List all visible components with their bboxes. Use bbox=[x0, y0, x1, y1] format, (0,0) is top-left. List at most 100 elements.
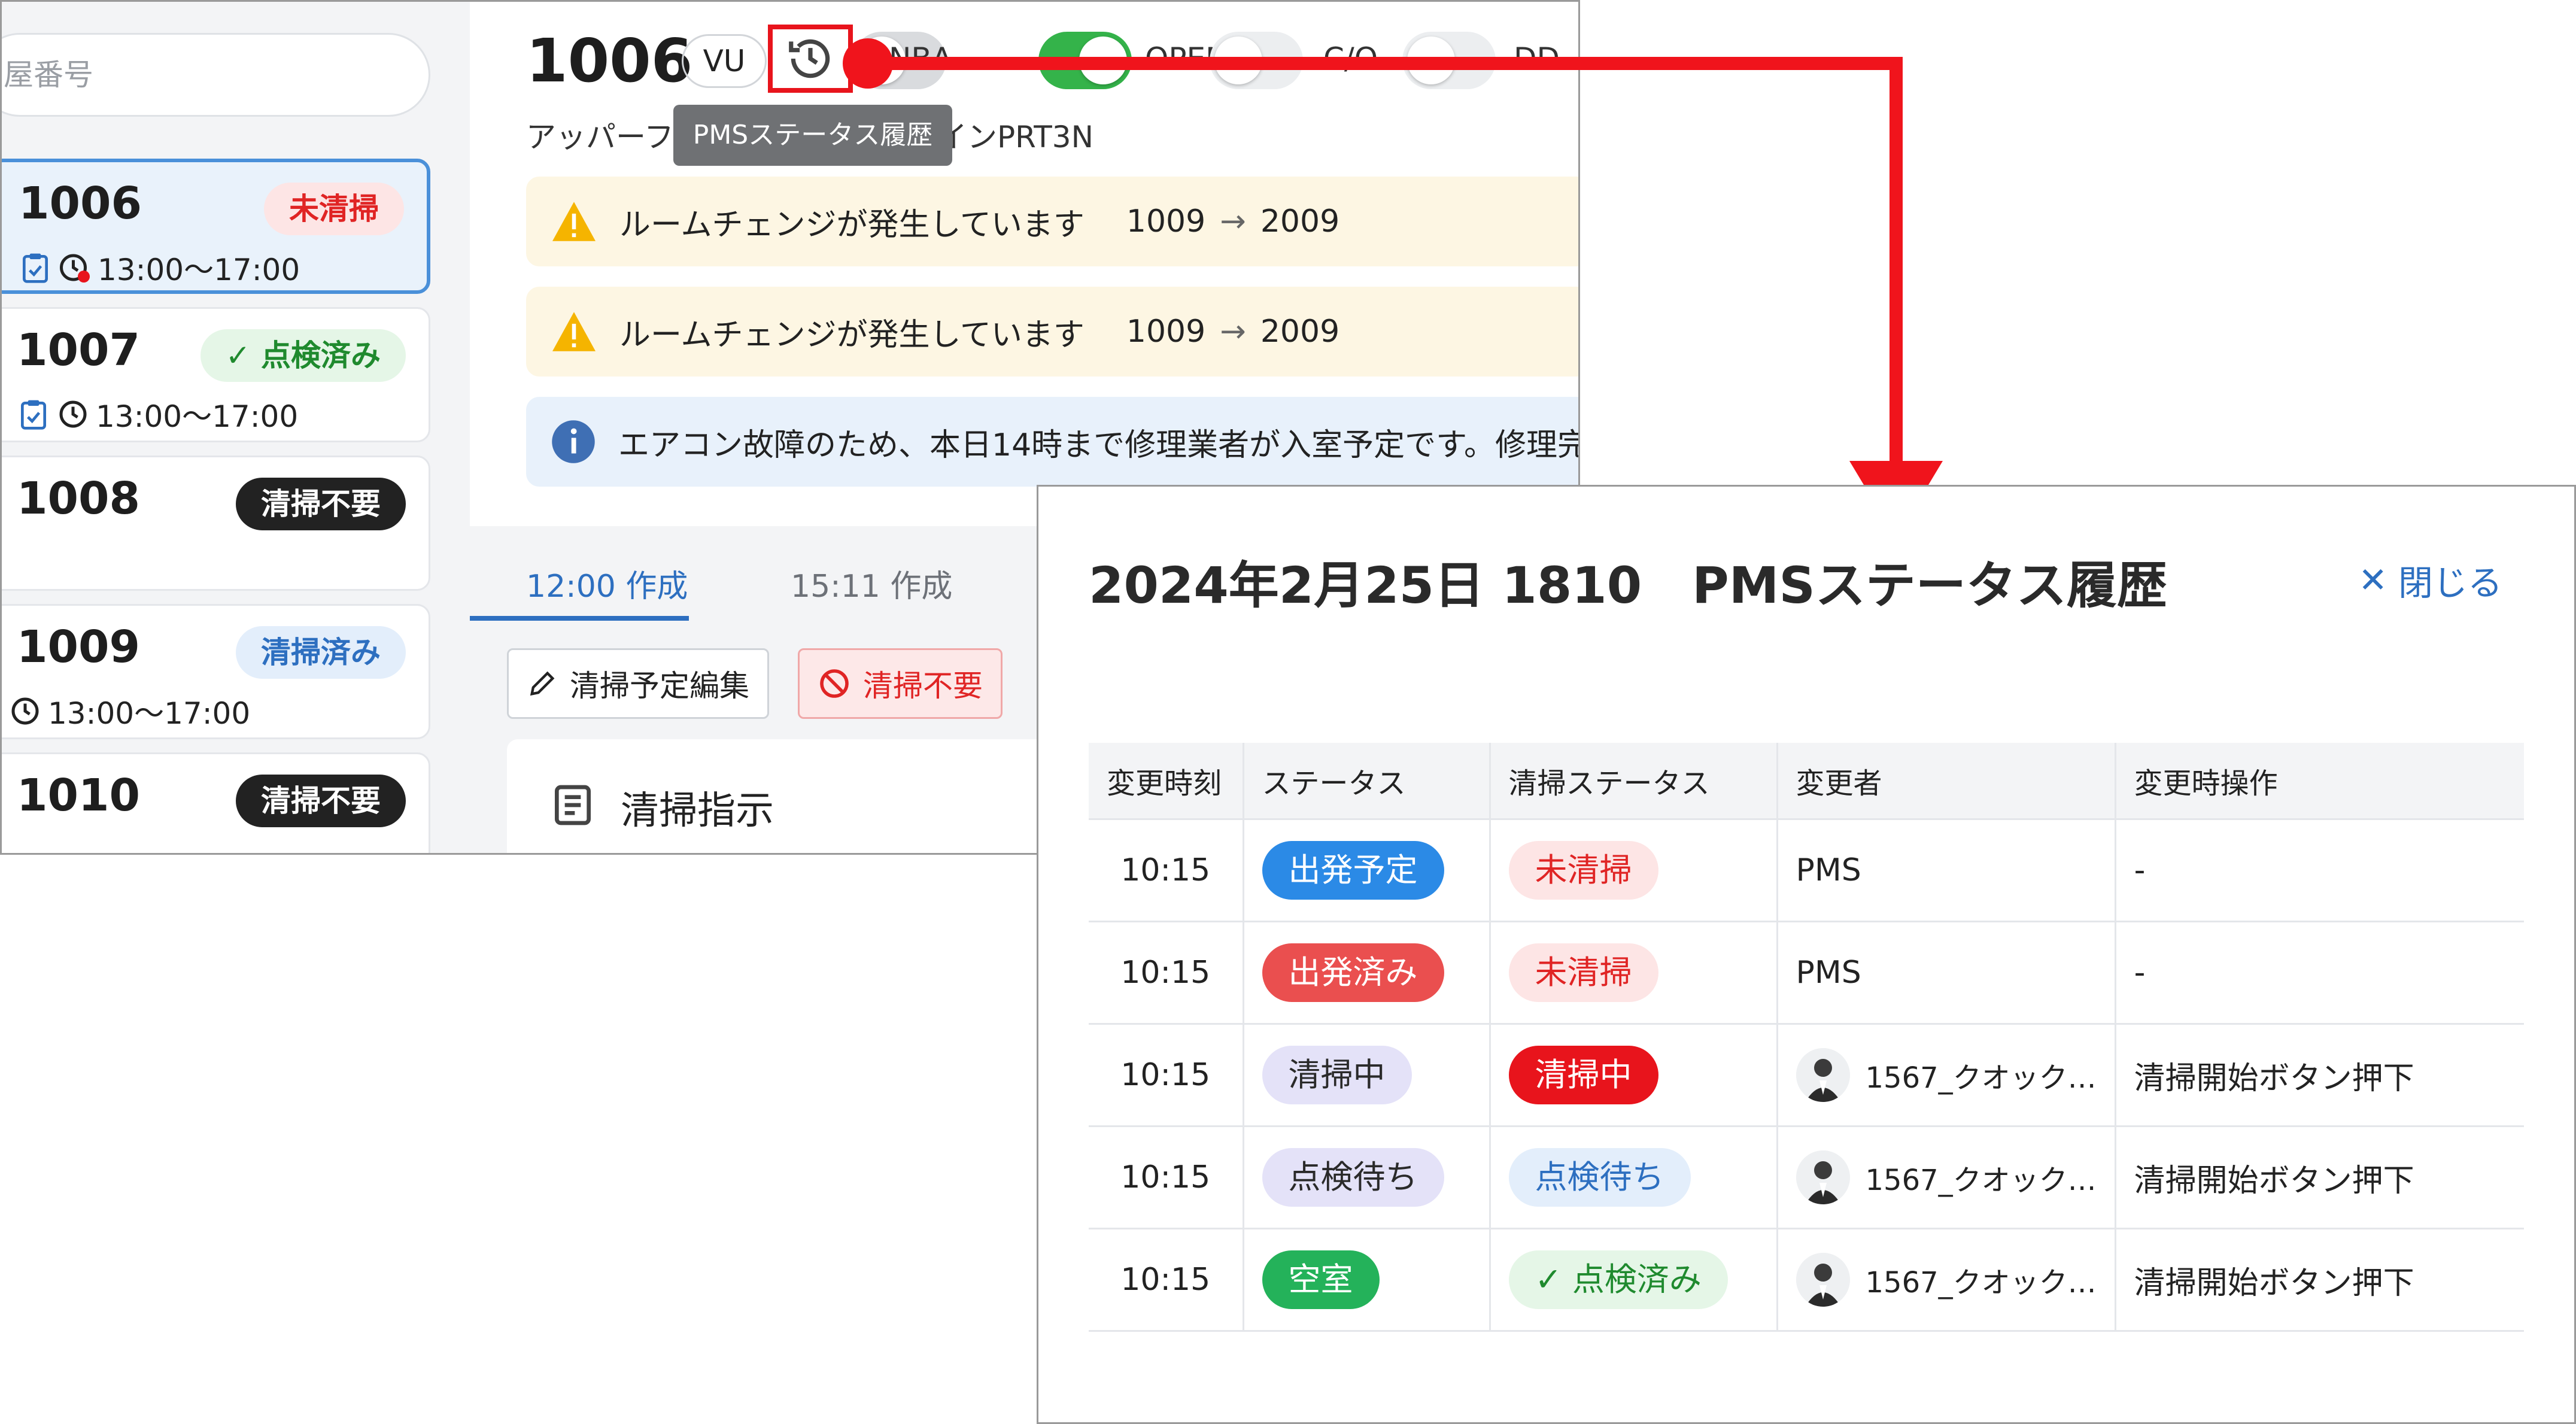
status-badge-label: 点検済み bbox=[261, 338, 381, 373]
pencil-icon bbox=[530, 671, 555, 696]
room-card-1006[interactable]: 1006 未清掃 13:00〜17:00 bbox=[2, 159, 430, 294]
room-schedule: 13:00〜17:00 bbox=[19, 246, 300, 289]
alert-text: ルームチェンジが発生しています bbox=[619, 317, 1085, 353]
cleaning-status-chip: 点検待ち bbox=[1508, 1148, 1691, 1207]
toggle-nba-label: NBA bbox=[889, 41, 952, 76]
status-chip: 出発予定 bbox=[1262, 841, 1444, 900]
toggle-open[interactable] bbox=[1038, 32, 1132, 89]
tab-12-00[interactable]: 12:00 作成 bbox=[526, 561, 688, 606]
prohibited-icon bbox=[820, 669, 849, 698]
avatar bbox=[1796, 1048, 1850, 1102]
status-badge: 未清掃 bbox=[264, 183, 404, 235]
time-range: 13:00〜17:00 bbox=[98, 253, 300, 287]
room-number: 1009 bbox=[17, 621, 140, 673]
room-search-input[interactable]: 屋番号 bbox=[2, 33, 430, 117]
history-icon bbox=[789, 39, 830, 78]
changer: PMS bbox=[1777, 921, 2116, 1025]
tab-15-11[interactable]: 15:11 作成 bbox=[791, 561, 952, 606]
history-tooltip: PMSステータス履歴 bbox=[673, 105, 952, 166]
change-time: 10:15 bbox=[1089, 819, 1244, 922]
time-range: 13:00〜17:00 bbox=[96, 399, 299, 434]
toggle-co[interactable] bbox=[1210, 32, 1303, 89]
cleaning-status-chip: 未清掃 bbox=[1508, 841, 1658, 900]
room-subtitle-right: インPRT3N bbox=[937, 120, 1094, 154]
no-cleaning-button[interactable]: 清掃不要 bbox=[798, 648, 1003, 719]
info-icon bbox=[552, 420, 595, 463]
room-schedule: 13:00〜17:00 bbox=[7, 690, 250, 733]
room-number: 1007 bbox=[17, 324, 140, 376]
room-schedule: 13:00〜17:00 bbox=[17, 393, 298, 436]
toggle-co-label: C/O bbox=[1323, 41, 1378, 76]
edit-schedule-label: 清掃予定編集 bbox=[570, 669, 749, 703]
alert-from-room: 1009 bbox=[1126, 314, 1206, 350]
status-chip: 点検待ち bbox=[1262, 1148, 1444, 1207]
changer: 1567_クオック… bbox=[1796, 1253, 2097, 1307]
col-header-status: ステータス bbox=[1243, 743, 1491, 820]
table-row: 10:15 清掃中 清掃中 1567_クオック… 清掃開始ボタン押下 bbox=[1089, 1024, 2524, 1127]
clock-icon bbox=[59, 400, 87, 428]
pms-history-button[interactable] bbox=[768, 25, 853, 93]
alert-text: エアコン故障のため、本日14時まで修理業者が入室予定です。修理完 bbox=[618, 427, 1580, 463]
change-time: 10:15 bbox=[1089, 921, 1244, 1025]
operation: 清掃開始ボタン押下 bbox=[2115, 1024, 2524, 1127]
room-card-1010[interactable]: 1010 清掃不要 bbox=[2, 752, 430, 853]
toggle-dd[interactable] bbox=[1402, 32, 1496, 89]
avatar bbox=[1796, 1150, 1850, 1204]
col-header-changer: 変更者 bbox=[1777, 743, 2116, 820]
status-chip: 空室 bbox=[1262, 1250, 1380, 1309]
cleaning-status-label: 点検済み bbox=[1572, 1261, 1702, 1298]
room-subtitle-left: アッパーフ bbox=[526, 120, 674, 154]
col-header-cleaning-status: 清掃ステータス bbox=[1490, 743, 1778, 820]
table-row: 10:15 出発済み 未清掃 PMS - bbox=[1089, 921, 2524, 1025]
room-change-alert: ルームチェンジが発生しています 1009 → 2009 bbox=[526, 177, 1578, 266]
clipboard-icon bbox=[23, 253, 48, 283]
close-icon: ✕ bbox=[2358, 560, 2387, 600]
operation: 清掃開始ボタン押下 bbox=[2115, 1228, 2524, 1332]
time-range: 13:00〜17:00 bbox=[48, 696, 251, 731]
changer-name: 1567_クオック… bbox=[1865, 1061, 2097, 1095]
status-history-table: 変更時刻 ステータス 清掃ステータス 変更者 変更時操作 10:15 出発予定 … bbox=[1089, 743, 2524, 1332]
room-number: 1008 bbox=[17, 473, 140, 524]
col-header-time: 変更時刻 bbox=[1089, 743, 1244, 820]
table-header-row: 変更時刻 ステータス 清掃ステータス 変更者 変更時操作 bbox=[1089, 743, 2524, 820]
close-label: 閉じる bbox=[2398, 563, 2502, 603]
status-badge: 清掃不要 bbox=[236, 478, 406, 530]
document-icon bbox=[555, 785, 591, 825]
edit-schedule-button[interactable]: 清掃予定編集 bbox=[507, 648, 769, 719]
room-number: 1006 bbox=[19, 178, 142, 229]
alert-to-room: 2009 bbox=[1260, 204, 1340, 239]
room-card-1007[interactable]: 1007 ✓ 点検済み 13:00〜17:00 bbox=[2, 307, 430, 442]
info-alert: エアコン故障のため、本日14時まで修理業者が入室予定です。修理完 bbox=[526, 397, 1580, 487]
close-button[interactable]: ✕ 閉じる bbox=[2358, 555, 2502, 605]
changer-name: 1567_クオック… bbox=[1865, 1164, 2097, 1197]
pms-history-modal: 2024年2月25日 1810 PMSステータス履歴 ✕ 閉じる 変更時刻 ステ… bbox=[1037, 485, 2576, 1424]
avatar bbox=[1796, 1253, 1850, 1307]
changer: 1567_クオック… bbox=[1796, 1150, 2097, 1204]
arrow-right-icon: → bbox=[1220, 314, 1246, 350]
check-icon: ✓ bbox=[1535, 1261, 1572, 1298]
room-change-alert: ルームチェンジが発生しています 1009 → 2009 bbox=[526, 287, 1578, 377]
status-badge: 清掃不要 bbox=[236, 775, 406, 827]
warning-icon bbox=[552, 312, 596, 351]
operation: 清掃開始ボタン押下 bbox=[2115, 1126, 2524, 1229]
status-chip: 出発済み bbox=[1262, 943, 1444, 1002]
table-row: 10:15 空室 ✓ 点検済み 1567_クオック… 清掃開始ボタン押下 bbox=[1089, 1228, 2524, 1332]
room-list-sidebar: 屋番号 1006 未清掃 13:00〜17:00 1007 ✓ 点検済み 13:… bbox=[2, 2, 472, 853]
status-chip: 清掃中 bbox=[1262, 1046, 1412, 1104]
cleaning-status-chip: 未清掃 bbox=[1508, 943, 1658, 1002]
changer: 1567_クオック… bbox=[1796, 1048, 2097, 1102]
cleaning-status-chip: ✓ 点検済み bbox=[1508, 1250, 1728, 1309]
room-card-1009[interactable]: 1009 清掃済み 13:00〜17:00 bbox=[2, 604, 430, 739]
active-tab-indicator bbox=[470, 616, 689, 621]
room-search-placeholder: 屋番号 bbox=[4, 57, 93, 92]
alert-to-room: 2009 bbox=[1260, 314, 1340, 350]
col-header-operation: 変更時操作 bbox=[2115, 743, 2524, 820]
check-icon: ✓ bbox=[225, 338, 261, 373]
room-card-1008[interactable]: 1008 清掃不要 bbox=[2, 456, 430, 591]
room-type-badge: VU bbox=[682, 34, 767, 88]
warning-icon bbox=[552, 202, 596, 241]
cleaning-status-chip: 清掃中 bbox=[1508, 1046, 1658, 1104]
change-time: 10:15 bbox=[1089, 1228, 1244, 1332]
changer: PMS bbox=[1777, 819, 2116, 922]
clipboard-icon bbox=[21, 400, 46, 430]
